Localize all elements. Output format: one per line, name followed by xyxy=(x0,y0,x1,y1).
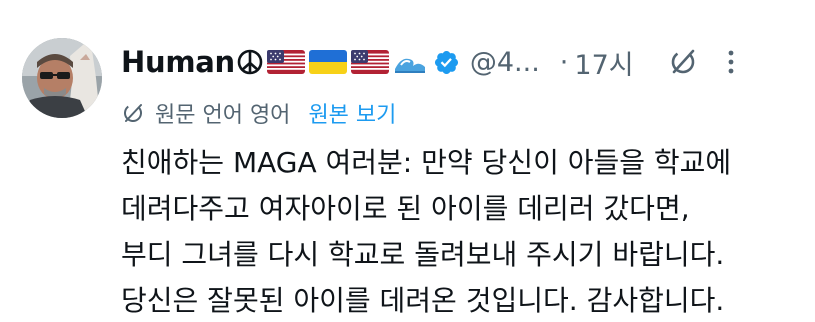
grok-button[interactable] xyxy=(668,47,698,77)
display-name[interactable]: Human xyxy=(121,45,235,79)
grok-icon xyxy=(671,49,694,74)
tweet-time[interactable]: · 17시 xyxy=(560,43,634,82)
us-flag-icon xyxy=(350,50,389,74)
tweet-header: Human @4... · 17시 xyxy=(121,40,793,84)
avatar[interactable] xyxy=(22,38,102,118)
us-flag-icon xyxy=(266,50,305,74)
translate-icon xyxy=(121,101,145,125)
ukraine-flag-icon xyxy=(308,50,347,74)
translation-source-label: 원문 언어 영어 xyxy=(155,103,291,128)
peace-symbol-icon xyxy=(237,49,263,75)
timestamp[interactable]: 17시 xyxy=(574,43,633,82)
tweet-text-line: 친애하는 MAGA 여러분: 만약 당신이 아들을 학교에 xyxy=(121,146,732,179)
verified-badge-icon[interactable] xyxy=(433,49,460,76)
tweet-text-line: 데려다주고 여자아이로 된 아이를 데리러 갔다면, xyxy=(121,192,690,225)
tweet-text: 친애하는 MAGA 여러분: 만약 당신이 아들을 학교에 데려다주고 여자아이… xyxy=(121,140,801,322)
author-handle[interactable]: @4... xyxy=(470,47,540,78)
translation-bar: 원문 언어 영어 원본 보기 xyxy=(121,96,396,130)
time-separator: · xyxy=(559,46,569,78)
more-options-button[interactable] xyxy=(726,49,736,75)
tweet-text-line: 당신은 잘못된 아이를 데려온 것입니다. 감사합니다. xyxy=(121,284,725,317)
more-dots-icon xyxy=(728,50,733,74)
show-original-link[interactable]: 원본 보기 xyxy=(308,97,396,129)
name-emojis xyxy=(237,49,431,75)
wave-icon xyxy=(394,58,425,73)
tweet-text-line: 부디 그녀를 다시 학교로 돌려보내 주시기 바랍니다. xyxy=(121,238,725,271)
avatar-image xyxy=(22,38,102,118)
